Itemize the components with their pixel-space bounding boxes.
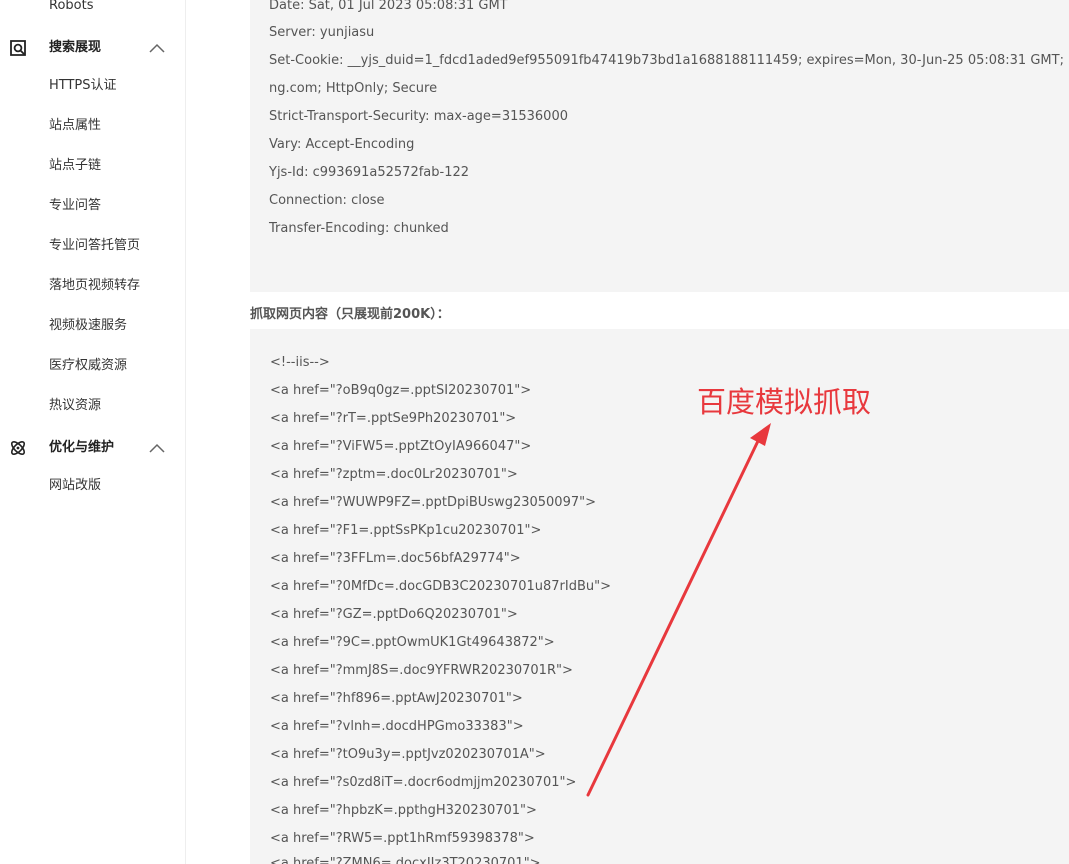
sidebar-group-search-display[interactable]: 搜索展现: [0, 36, 186, 60]
header-line: Date: Sat, 01 Jul 2023 05:08:31 GMT: [269, 0, 508, 13]
content-line: <a href="?oB9q0gz=.pptSI20230701">: [270, 383, 532, 398]
annotation-label: 百度模拟抓取: [697, 385, 872, 419]
header-line: Transfer-Encoding: chunked: [269, 221, 449, 236]
content-line: <!--iis-->: [270, 355, 330, 370]
content-line: <a href="?F1=.pptSsPKp1cu20230701">: [270, 523, 542, 538]
chevron-up-icon[interactable]: [148, 442, 166, 454]
content-line: <a href="?tO9u3y=.pptJvz020230701A">: [270, 747, 546, 762]
sidebar-group-optimization[interactable]: 优化与维护: [0, 436, 186, 460]
content-line: <a href="?RW5=.ppt1hRmf59398378">: [270, 831, 535, 846]
header-line: Strict-Transport-Security: max-age=31536…: [269, 109, 568, 124]
header-line: Vary: Accept-Encoding: [269, 137, 415, 152]
header-line: Yjs-Id: c993691a52572fab-122: [269, 165, 470, 180]
header-line: Connection: close: [269, 193, 385, 208]
chevron-up-icon[interactable]: [148, 42, 166, 54]
sidebar-group-label: 搜索展现: [49, 40, 102, 55]
content-line: <a href="?zptm=.doc0Lr20230701">: [270, 467, 518, 482]
sidebar-item-pro-qa-hosted[interactable]: 专业问答托管页: [49, 238, 140, 254]
header-line: Set-Cookie: __yjs_duid=1_fdcd1aded9ef955…: [269, 53, 1069, 68]
sidebar-item-video-speed[interactable]: 视频极速服务: [49, 318, 127, 334]
content-line: <a href="?0MfDc=.docGDB3C20230701u87rIdB…: [270, 579, 611, 594]
content-line: <a href="?ZMN6=.docxIJz3T20230701">: [270, 856, 541, 864]
atom-icon: [10, 440, 26, 456]
content-line: <a href="?ViFW5=.pptZtOyIA966047">: [270, 439, 532, 454]
sidebar-item-https[interactable]: HTTPS认证: [49, 78, 117, 94]
content-line: <a href="?rT=.pptSe9Ph20230701">: [270, 411, 517, 426]
content-line: <a href="?mmJ8S=.doc9YFRWR20230701R">: [270, 663, 573, 678]
sidebar-item-site-revision[interactable]: 网站改版: [49, 478, 101, 494]
content-line: <a href="?vlnh=.docdHPGmo33383">: [270, 719, 524, 734]
content-line: <a href="?9C=.pptOwmUK1Gt49643872">: [270, 635, 555, 650]
sidebar-item-site-attributes[interactable]: 站点属性: [49, 118, 101, 134]
sidebar-item-robots[interactable]: Robots: [49, 0, 93, 14]
content-line: <a href="?GZ=.pptDo6Q20230701">: [270, 607, 518, 622]
header-line: Server: yunjiasu: [269, 25, 375, 40]
crawl-content-title: 抓取网页内容（只展现前200K）：: [250, 307, 450, 322]
search-page-icon: [10, 40, 26, 56]
sidebar-group-label: 优化与维护: [49, 440, 115, 455]
sidebar-item-medical-resources[interactable]: 医疗权威资源: [49, 358, 127, 374]
sidebar-item-hot-topics[interactable]: 热议资源: [49, 398, 101, 414]
sidebar-item-pro-qa[interactable]: 专业问答: [49, 198, 101, 214]
sidebar-item-landing-video[interactable]: 落地页视频转存: [49, 278, 140, 294]
content-line: <a href="?3FFLm=.doc56bfA29774">: [270, 551, 521, 566]
content-line: <a href="?WUWP9FZ=.pptDpiBUswg23050097">: [270, 495, 596, 510]
content-line: <a href="?hpbzK=.ppthgH320230701">: [270, 803, 537, 818]
header-line: ng.com; HttpOnly; Secure: [269, 81, 438, 96]
sidebar: Robots 搜索展现 HTTPS认证 站点属性 站点子链 专业问答 专业问答托…: [0, 0, 186, 864]
content-line: <a href="?hf896=.pptAwJ20230701">: [270, 691, 523, 706]
content-line: <a href="?s0zd8iT=.docr6odmjjm20230701">: [270, 775, 577, 790]
sidebar-item-site-sublinks[interactable]: 站点子链: [49, 158, 101, 174]
